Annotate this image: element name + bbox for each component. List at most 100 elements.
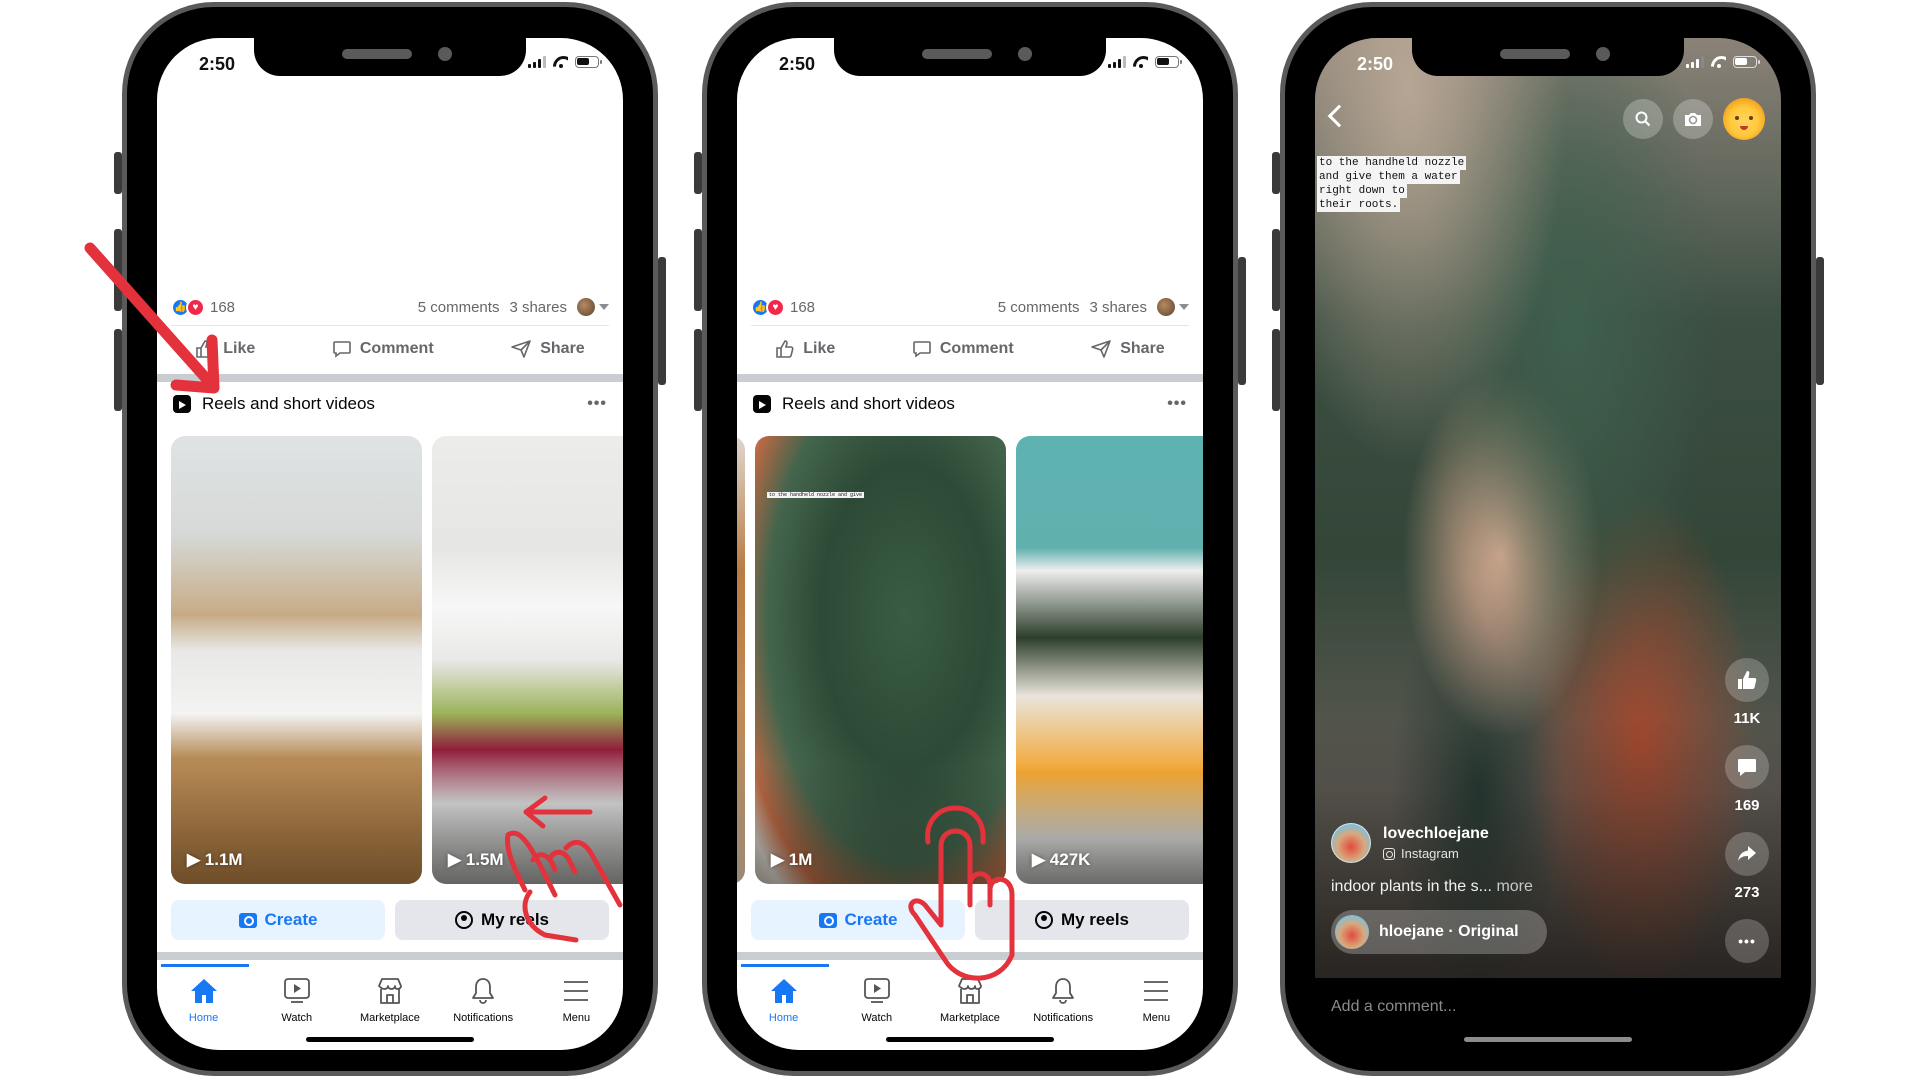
mute-switch (1272, 152, 1280, 194)
mute-switch (694, 152, 702, 194)
tab-home[interactable]: Home (159, 976, 249, 1024)
author-name[interactable]: lovechloejane (1383, 825, 1489, 843)
create-reel-button[interactable]: Create (171, 900, 385, 940)
camera-button[interactable] (1673, 99, 1713, 139)
reaction-count[interactable]: 168 (210, 299, 235, 316)
thumbs-up-icon (776, 340, 794, 358)
phone-2: 2:50 👍 ♥ 168 5 comments 3 shares Like Co… (694, 2, 1246, 1076)
author-source: Instagram (1383, 846, 1489, 861)
comments-count[interactable]: 5 comments (998, 299, 1080, 316)
tab-menu[interactable]: Menu (1111, 976, 1201, 1024)
tab-watch[interactable]: Watch (832, 976, 922, 1024)
bell-icon (472, 978, 495, 1004)
tab-label: Watch (281, 1012, 313, 1024)
like-button[interactable]: Like (775, 339, 835, 359)
reactions[interactable]: 👍 ♥ (751, 297, 785, 317)
tab-label: Notifications (1033, 1012, 1094, 1024)
author-avatar[interactable] (1331, 823, 1371, 863)
reel-views: ▶ 1M (771, 850, 813, 869)
reel-more-button[interactable]: ••• (1725, 919, 1769, 963)
mute-switch (114, 152, 122, 194)
clock: 2:50 (779, 54, 816, 74)
comments-count[interactable]: 5 comments (418, 299, 500, 316)
reactions[interactable]: 👍 ♥ (171, 297, 205, 317)
more-options-icon[interactable]: ••• (1167, 395, 1187, 413)
share-label: Share (1120, 340, 1165, 357)
caret-down-icon[interactable] (1179, 304, 1189, 310)
reel-comment-button[interactable]: 169 (1725, 745, 1769, 814)
share-button[interactable]: Share (1090, 339, 1165, 359)
caret-down-icon[interactable] (599, 304, 609, 310)
tab-home[interactable]: Home (739, 976, 829, 1024)
volume-up-button (1272, 229, 1280, 311)
marketplace-icon (378, 978, 402, 1004)
reaction-count[interactable]: 168 (790, 299, 815, 316)
reel-card[interactable]: to the handheld nozzle and give ▶ 1M (755, 436, 1006, 884)
status-bar: 2:50 (737, 52, 1203, 76)
menu-icon (564, 981, 589, 1001)
tab-menu[interactable]: Menu (531, 976, 621, 1024)
volume-down-button (694, 329, 702, 411)
profile-avatar[interactable] (1723, 98, 1765, 140)
shares-count[interactable]: 3 shares (1089, 299, 1147, 316)
tab-notifications[interactable]: Notifications (438, 976, 528, 1024)
tab-notifications[interactable]: Notifications (1018, 976, 1108, 1024)
comment-button[interactable]: Comment (332, 339, 434, 359)
clock: 2:50 (1357, 54, 1394, 74)
volume-down-button (1272, 329, 1280, 411)
reel-card[interactable]: ▶ 1.5M (432, 436, 623, 884)
reel-like-button[interactable]: 11K (1725, 658, 1769, 727)
create-reel-button[interactable]: Create (751, 900, 965, 940)
tab-marketplace[interactable]: Marketplace (925, 976, 1015, 1024)
comment-input[interactable]: Add a comment... (1331, 998, 1456, 1016)
tab-label: Menu (562, 1012, 591, 1024)
status-bar: 2:50 (157, 52, 623, 76)
tab-marketplace[interactable]: Marketplace (345, 976, 435, 1024)
like-label: Like (223, 340, 256, 357)
reel-side-actions: 11K 169 273 ••• (1725, 658, 1769, 971)
tab-watch[interactable]: Watch (252, 976, 342, 1024)
active-tab-indicator (161, 964, 249, 967)
menu-icon (1144, 981, 1169, 1001)
comment-icon (333, 341, 351, 358)
reel-share-button[interactable]: 273 (1725, 832, 1769, 901)
comment-button[interactable]: Comment (912, 339, 1014, 359)
like-button[interactable]: Like (195, 339, 255, 359)
reel-card[interactable] (737, 436, 745, 884)
reel-card[interactable]: ▶ 1.1M (171, 436, 422, 884)
more-link[interactable]: more (1496, 878, 1532, 895)
home-icon (770, 979, 797, 1003)
camera-icon (1685, 113, 1701, 126)
my-reels-label: My reels (1060, 910, 1130, 929)
battery-icon (575, 56, 602, 68)
section-separator (157, 374, 623, 382)
tab-label: Watch (861, 1012, 893, 1024)
reels-carousel[interactable]: to the handheld nozzle and give ▶ 1M ▶ 4… (737, 436, 1203, 884)
share-button[interactable]: Share (510, 339, 585, 359)
home-indicator (886, 1037, 1054, 1042)
reel-card[interactable]: ▶ 427K (1016, 436, 1203, 884)
screen: 2:50 👍 ♥ 168 5 comments 3 shares Like Co… (737, 38, 1203, 1050)
reel-author[interactable]: lovechloejane Instagram (1331, 823, 1489, 863)
create-label: Create (264, 910, 318, 929)
volume-up-button (114, 229, 122, 311)
my-reels-button[interactable]: My reels (975, 900, 1189, 940)
divider (171, 325, 609, 326)
battery-icon (1733, 56, 1760, 68)
search-icon (1635, 111, 1651, 127)
viewer-avatar[interactable] (577, 298, 595, 316)
my-reels-button[interactable]: My reels (395, 900, 609, 940)
active-tab-indicator (741, 964, 829, 967)
audio-pill[interactable]: hloejane · Original (1331, 910, 1547, 954)
comment-icon (913, 341, 931, 358)
reels-carousel[interactable]: ▶ 1.1M ▶ 1.5M (171, 436, 623, 884)
search-button[interactable] (1623, 99, 1663, 139)
user-circle-icon (1034, 911, 1053, 929)
audio-title: hloejane · Original (1379, 923, 1519, 940)
watch-icon (863, 978, 890, 1003)
reels-icon (173, 395, 191, 413)
section-separator (157, 952, 623, 960)
more-options-icon[interactable]: ••• (587, 395, 607, 413)
viewer-avatar[interactable] (1157, 298, 1175, 316)
shares-count[interactable]: 3 shares (509, 299, 567, 316)
